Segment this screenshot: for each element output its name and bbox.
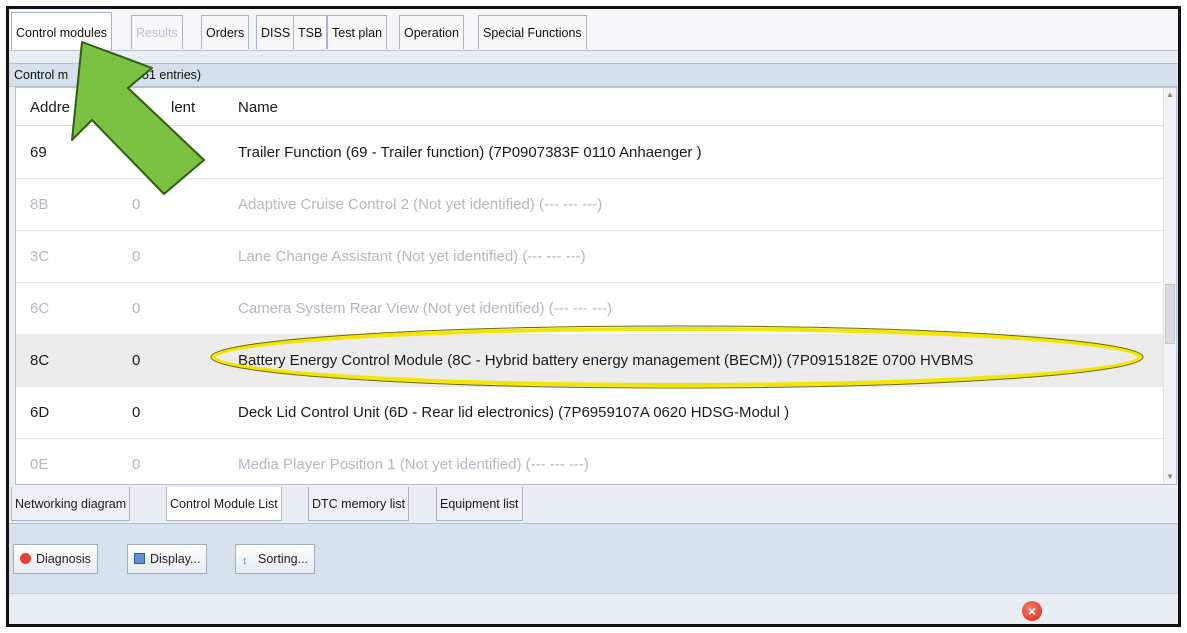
table-row[interactable]: 69 Trailer Function (69 - Trailer functi… [16, 127, 1164, 179]
row-name: Deck Lid Control Unit (6D - Rear lid ele… [238, 404, 790, 421]
tab-special-functions[interactable]: Special Functions [478, 15, 587, 49]
status-bar: × [9, 593, 1178, 624]
scroll-up-icon[interactable]: ▲ [1164, 88, 1176, 102]
tab-orders[interactable]: Orders [201, 15, 250, 49]
tab-networking-diagram[interactable]: Networking diagram [11, 487, 131, 521]
row-ident: 0 [132, 300, 141, 317]
table-row[interactable]: 0E 0 Media Player Position 1 (Not yet id… [16, 439, 1164, 484]
column-header-name[interactable]: Name [238, 99, 278, 116]
row-address: 6D [30, 404, 50, 421]
row-address: 3C [30, 248, 50, 265]
row-ident: 0 [132, 248, 141, 265]
tab-operation[interactable]: Operation [399, 15, 464, 49]
table-row[interactable]: 6C 0 Camera System Rear View (Not yet id… [16, 283, 1164, 335]
sorting-label: Sorting... [258, 552, 309, 566]
row-name: Media Player Position 1 (Not yet identif… [238, 456, 589, 473]
table-row[interactable]: 6D 0 Deck Lid Control Unit (6D - Rear li… [16, 387, 1164, 439]
table-row[interactable]: 3C 0 Lane Change Assistant (Not yet iden… [16, 231, 1164, 283]
row-address: 69 [30, 144, 47, 161]
row-name: Battery Energy Control Module (8C - Hybr… [238, 352, 974, 369]
tab-results: Results [131, 15, 183, 49]
tab-control-module-list[interactable]: Control Module List [166, 487, 282, 521]
table-row-selected[interactable]: 8C 0 Battery Energy Control Module (8C -… [16, 335, 1164, 387]
tab-tsb[interactable]: TSB [293, 15, 328, 49]
row-address: 8B [30, 196, 49, 213]
tab-diss[interactable]: DISS [256, 15, 296, 49]
group-header-count: 51 entries) [142, 68, 202, 82]
row-ident: 0 [132, 352, 141, 369]
table-header: Addre lent Name [16, 88, 1164, 126]
display-label: Display... [150, 552, 201, 566]
control-modules-group-header: Control m 51 entries) [9, 63, 1178, 87]
tab-equipment-list[interactable]: Equipment list [436, 487, 523, 521]
column-header-address[interactable]: Addre [30, 99, 70, 116]
row-ident: 0 [132, 196, 141, 213]
row-address: 8C [30, 352, 50, 369]
sort-icon: ↕ [242, 555, 248, 567]
row-name: Camera System Rear View (Not yet identif… [238, 300, 612, 317]
diagnosis-label: Diagnosis [36, 552, 91, 566]
row-address: 6C [30, 300, 50, 317]
application-window: Control modules Results Orders DISS TSB … [6, 6, 1181, 627]
tab-control-modules[interactable]: Control modules [11, 12, 113, 50]
bottom-tab-bar: Networking diagram Control Module List D… [9, 487, 1178, 523]
display-icon [134, 553, 145, 564]
control-module-table: Addre lent Name 69 Trailer Function (69 … [15, 87, 1177, 485]
row-name: Lane Change Assistant (Not yet identifie… [238, 248, 586, 265]
scroll-thumb[interactable] [1165, 284, 1175, 344]
vertical-scrollbar[interactable]: ▲ ▼ [1163, 88, 1176, 484]
row-address: 0E [30, 456, 49, 473]
row-ident: 0 [132, 404, 141, 421]
tab-test-plan[interactable]: Test plan [327, 15, 388, 49]
tab-dtc-memory-list[interactable]: DTC memory list [308, 487, 410, 521]
top-tab-bar: Control modules Results Orders DISS TSB … [9, 9, 1178, 51]
row-name: Trailer Function (69 - Trailer function)… [238, 144, 702, 161]
table-row[interactable]: 8B 0 Adaptive Cruise Control 2 (Not yet … [16, 179, 1164, 231]
action-toolbar: Diagnosis Display... ↕ Sorting... [9, 523, 1178, 593]
row-ident: 0 [132, 456, 141, 473]
row-name: Adaptive Cruise Control 2 (Not yet ident… [238, 196, 603, 213]
diagnosis-button[interactable]: Diagnosis [13, 544, 98, 574]
column-header-ident[interactable]: lent [171, 99, 195, 116]
scroll-down-icon[interactable]: ▼ [1164, 470, 1176, 484]
group-header-label: Control m [14, 68, 69, 82]
display-button[interactable]: Display... [127, 544, 208, 574]
red-dot-icon [20, 553, 31, 564]
sorting-button[interactable]: ↕ Sorting... [235, 544, 316, 574]
close-icon[interactable]: × [1022, 601, 1042, 621]
